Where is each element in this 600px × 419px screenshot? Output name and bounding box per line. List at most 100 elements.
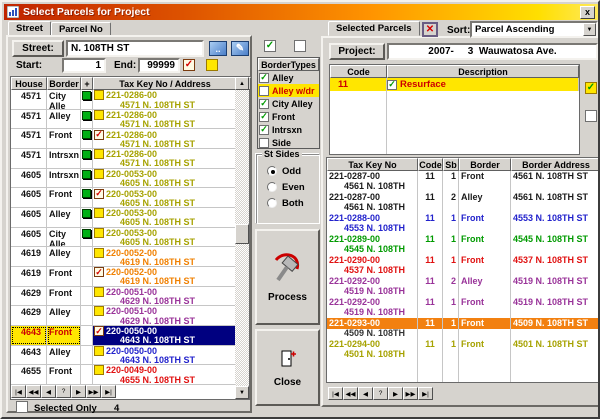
bordertype-item[interactable]: Alley w/dr bbox=[258, 84, 319, 97]
nav-button[interactable]: ▶▶ bbox=[403, 387, 418, 400]
sort-dropdown[interactable]: Parcel Ascending ▼ bbox=[470, 21, 598, 38]
parcel-row[interactable]: 4605Alley220-0053-004605 N. 108TH ST bbox=[11, 208, 237, 228]
column-header[interactable]: Border Address bbox=[511, 158, 600, 171]
parcel-row[interactable]: 4619Front✓220-0052-004619 N. 108TH ST bbox=[11, 267, 237, 287]
bordertype-checkbox[interactable]: ✓ bbox=[259, 112, 269, 122]
parcel-select-checkbox[interactable]: ✓ bbox=[94, 326, 104, 336]
column-header[interactable]: + bbox=[81, 77, 93, 90]
parcel-row[interactable]: 4605City Alle220-0053-004605 N. 108TH ST bbox=[11, 228, 237, 248]
parcel-select-checkbox[interactable]: ✓ bbox=[94, 267, 104, 277]
close-button[interactable]: Close bbox=[255, 329, 320, 406]
street-edit-icon[interactable]: ✎ bbox=[231, 41, 249, 56]
parcel-row[interactable]: 4629Front220-0051-004629 N. 108TH ST bbox=[11, 287, 237, 307]
st-side-option[interactable]: Odd bbox=[257, 163, 319, 179]
left-scrollbar-thumb[interactable] bbox=[235, 224, 249, 244]
uncheck-all-checkbox[interactable] bbox=[294, 40, 306, 52]
nav-button[interactable]: |◀ bbox=[11, 385, 26, 398]
parcel-select-checkbox[interactable] bbox=[94, 346, 104, 356]
check-all-checkbox[interactable]: ✓ bbox=[264, 40, 276, 52]
column-header[interactable]: Code bbox=[418, 158, 443, 171]
parcel-select-checkbox[interactable] bbox=[94, 149, 104, 159]
radio-button[interactable] bbox=[267, 166, 277, 176]
parcel-row[interactable]: 4655Front220-0049-004655 N. 108TH ST bbox=[11, 365, 237, 385]
checked-filter-checkbox[interactable]: ✓ bbox=[183, 59, 195, 71]
parcel-select-checkbox[interactable] bbox=[94, 228, 104, 238]
code-checkbox[interactable]: ✓ bbox=[387, 80, 397, 90]
selected-parcel-row[interactable]: 221-0289-004545 N. 108TH111Front4545 N. … bbox=[327, 234, 599, 255]
nav-button[interactable]: ? bbox=[373, 387, 388, 400]
project-button[interactable]: Project: bbox=[329, 43, 385, 60]
scroll-down-icon[interactable]: ▼ bbox=[235, 386, 249, 399]
nav-button[interactable]: ◀◀ bbox=[343, 387, 358, 400]
bordertype-item[interactable]: ✓Alley bbox=[258, 71, 319, 84]
delete-selection-icon[interactable]: ✕ bbox=[422, 22, 438, 37]
parcel-row[interactable]: 4605Front✓220-0053-004605 N. 108TH ST bbox=[11, 188, 237, 208]
parcel-row[interactable]: 4643Front✓220-0050-004643 N. 108TH ST bbox=[11, 326, 237, 346]
st-side-option[interactable]: Even bbox=[257, 179, 319, 195]
scroll-up-icon[interactable]: ▲ bbox=[235, 77, 249, 90]
st-side-option[interactable]: Both bbox=[257, 195, 319, 211]
street-button[interactable]: Street: bbox=[12, 40, 64, 57]
selected-parcel-row[interactable]: 221-0293-004509 N. 108TH111Front4509 N. … bbox=[327, 318, 599, 339]
dropdown-arrow-icon[interactable]: ▼ bbox=[583, 23, 596, 36]
parcel-row[interactable]: 4605Intrsxn220-0053-004605 N. 108TH ST bbox=[11, 169, 237, 189]
column-header[interactable]: Border bbox=[459, 158, 511, 171]
column-header[interactable]: Border bbox=[47, 77, 81, 90]
column-header[interactable]: Tax Key No / Address bbox=[93, 77, 237, 90]
selected-parcel-row[interactable]: 221-0287-004561 N. 108TH111Front4561 N. … bbox=[327, 171, 599, 192]
parcel-row[interactable]: 4643Alley220-0050-004643 N. 108TH ST bbox=[11, 346, 237, 366]
selected-parcel-row[interactable]: 221-0292-004519 N. 108TH112Alley4519 N. … bbox=[327, 276, 599, 297]
nav-button[interactable]: ◀ bbox=[41, 385, 56, 398]
parcel-row[interactable]: 4629Alley220-0051-004629 N. 108TH ST bbox=[11, 306, 237, 326]
nav-button[interactable]: ▶▶ bbox=[86, 385, 101, 398]
street-lookup-button[interactable]: .. bbox=[209, 41, 227, 56]
project-input[interactable] bbox=[387, 43, 598, 60]
nav-button[interactable]: |◀ bbox=[328, 387, 343, 400]
bordertype-checkbox[interactable] bbox=[259, 86, 269, 96]
bordertype-item[interactable]: ✓City Alley bbox=[258, 97, 319, 110]
close-window-button[interactable]: x bbox=[580, 6, 595, 19]
parcel-select-checkbox[interactable] bbox=[94, 287, 104, 297]
parcel-row[interactable]: 4571City Alle221-0286-004571 N. 108TH ST bbox=[11, 90, 237, 110]
bordertype-checkbox[interactable]: ✓ bbox=[259, 99, 269, 109]
parcel-select-checkbox[interactable] bbox=[94, 208, 104, 218]
nav-button[interactable]: ▶| bbox=[418, 387, 433, 400]
parcel-row[interactable]: 4571Alley221-0286-004571 N. 108TH ST bbox=[11, 110, 237, 130]
parcel-row[interactable]: 4619Alley220-0052-004619 N. 108TH ST bbox=[11, 247, 237, 267]
tab-parcel-no[interactable]: Parcel No bbox=[51, 22, 111, 36]
bordertype-checkbox[interactable] bbox=[259, 138, 269, 148]
nav-button[interactable]: ▶| bbox=[101, 385, 116, 398]
street-input[interactable] bbox=[66, 40, 204, 57]
column-header[interactable]: Description bbox=[387, 65, 579, 78]
bordertype-item[interactable]: ✓Intrsxn bbox=[258, 123, 319, 136]
end-input[interactable] bbox=[138, 58, 180, 73]
selected-parcel-row[interactable]: 221-0287-004561 N. 108TH112Alley4561 N. … bbox=[327, 192, 599, 213]
bordertype-checkbox[interactable]: ✓ bbox=[259, 73, 269, 83]
parcel-select-checkbox[interactable] bbox=[94, 306, 104, 316]
code-uncheck-all-checkbox[interactable] bbox=[585, 110, 597, 122]
nav-button[interactable]: ▶ bbox=[71, 385, 86, 398]
bordertype-item[interactable]: Side bbox=[258, 136, 319, 149]
parcel-select-checkbox[interactable]: ✓ bbox=[94, 130, 104, 140]
bordertypes-header[interactable]: BorderTypes bbox=[258, 58, 319, 71]
radio-button[interactable] bbox=[267, 198, 277, 208]
nav-button[interactable]: ◀◀ bbox=[26, 385, 41, 398]
selected-parcel-row[interactable]: 221-0292-004519 N. 108TH111Front4519 N. … bbox=[327, 297, 599, 318]
parcel-row[interactable]: 4571Front✓221-0286-004571 N. 108TH ST bbox=[11, 129, 237, 149]
selected-parcel-row[interactable]: 221-0290-004537 N. 108TH111Front4537 N. … bbox=[327, 255, 599, 276]
title-bar[interactable]: Select Parcels for Project x bbox=[4, 4, 598, 20]
parcel-row[interactable]: 4571Intrsxn221-0286-004571 N. 108TH ST bbox=[11, 149, 237, 169]
nav-button[interactable]: ▶ bbox=[388, 387, 403, 400]
parcel-select-checkbox[interactable]: ✓ bbox=[94, 189, 104, 199]
parcel-select-checkbox[interactable] bbox=[94, 248, 104, 258]
unchecked-filter-checkbox[interactable] bbox=[206, 59, 218, 71]
selected-only-checkbox[interactable] bbox=[16, 401, 28, 413]
parcel-select-checkbox[interactable] bbox=[94, 365, 104, 375]
column-header[interactable]: Sb bbox=[443, 158, 459, 171]
selected-parcel-row[interactable]: 221-0288-004553 N. 108TH111Front4553 N. … bbox=[327, 213, 599, 234]
nav-button[interactable]: ◀ bbox=[358, 387, 373, 400]
column-header[interactable]: Code bbox=[330, 65, 387, 78]
column-header[interactable]: Tax Key No bbox=[327, 158, 418, 171]
parcel-select-checkbox[interactable] bbox=[94, 110, 104, 120]
tab-street[interactable]: Street bbox=[8, 21, 51, 36]
